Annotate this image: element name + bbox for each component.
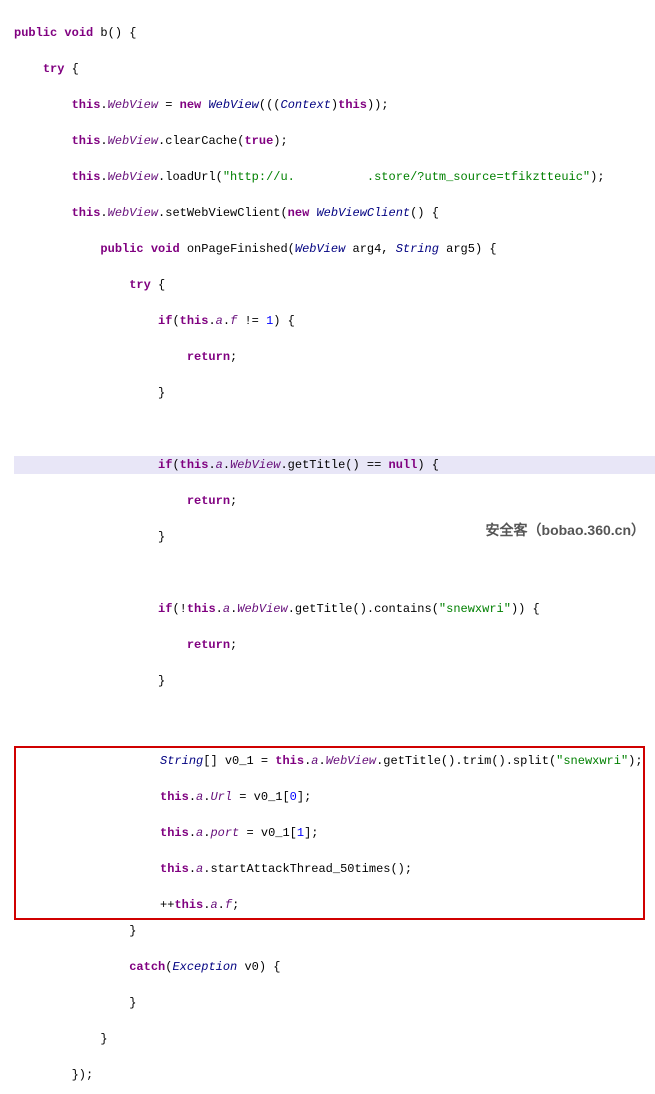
- keyword-return: return: [187, 638, 230, 652]
- field-webview: WebView: [108, 206, 158, 220]
- keyword-true: true: [244, 134, 273, 148]
- keyword-public: public: [14, 26, 57, 40]
- code-line: }: [14, 922, 655, 940]
- field-webview: WebView: [108, 134, 158, 148]
- field-a: a: [223, 602, 230, 616]
- code-line: catch(Exception v0) {: [14, 958, 655, 976]
- keyword-this: this: [180, 458, 209, 472]
- string-snewxwri: "snewxwri": [556, 754, 628, 768]
- field-a: a: [210, 898, 217, 912]
- field-a: a: [196, 862, 203, 876]
- code-line: try {: [14, 60, 655, 78]
- code-line: }: [14, 994, 655, 1012]
- keyword-catch: catch: [129, 960, 165, 974]
- keyword-this: this: [72, 170, 101, 184]
- number-zero: 0: [290, 790, 297, 804]
- code-line: return;: [14, 636, 655, 654]
- field-url: Url: [210, 790, 232, 804]
- field-webview: WebView: [108, 170, 158, 184]
- field-webview: WebView: [230, 458, 280, 472]
- keyword-if: if: [158, 314, 172, 328]
- type-context: Context: [281, 98, 331, 112]
- field-port: port: [210, 826, 239, 840]
- code-line: [14, 420, 655, 438]
- code-line: });: [14, 1066, 655, 1084]
- field-a: a: [311, 754, 318, 768]
- keyword-new: new: [180, 98, 202, 112]
- keyword-try: try: [43, 62, 65, 76]
- code-line: this.a.port = v0_1[1];: [16, 824, 643, 842]
- keyword-return: return: [187, 494, 230, 508]
- keyword-public: public: [100, 242, 143, 256]
- keyword-this: this: [275, 754, 304, 768]
- code-line: [14, 708, 655, 726]
- keyword-this: this: [72, 206, 101, 220]
- type-string: String: [396, 242, 439, 256]
- field-webview: WebView: [326, 754, 376, 768]
- field-webview: WebView: [237, 602, 287, 616]
- code-line: public void b() {: [14, 24, 655, 42]
- keyword-if: if: [158, 458, 172, 472]
- code-line: if(!this.a.WebView.getTitle().contains("…: [14, 600, 655, 618]
- type-exception: Exception: [172, 960, 237, 974]
- highlighted-line: if(this.a.WebView.getTitle() == null) {: [14, 456, 655, 474]
- code-line: this.a.startAttackThread_50times();: [16, 860, 643, 878]
- keyword-this: this: [338, 98, 367, 112]
- keyword-this: this: [174, 898, 203, 912]
- code-line: [14, 564, 655, 582]
- code-line: this.WebView = new WebView(((Context)thi…: [14, 96, 655, 114]
- keyword-this: this: [72, 98, 101, 112]
- code-line: return;: [14, 492, 655, 510]
- keyword-null: null: [389, 458, 418, 472]
- keyword-this: this: [160, 862, 189, 876]
- field-webview: WebView: [108, 98, 158, 112]
- code-line: return;: [14, 348, 655, 366]
- highlighted-box: String[] v0_1 = this.a.WebView.getTitle(…: [14, 746, 645, 920]
- code-line: this.WebView.setWebViewClient(new WebVie…: [14, 204, 655, 222]
- code-block: public void b() { try { this.WebView = n…: [0, 0, 655, 1094]
- watermark-text: 安全客（bobao.360.cn）: [486, 521, 645, 539]
- code-line: ++this.a.f;: [16, 896, 643, 914]
- code-line: String[] v0_1 = this.a.WebView.getTitle(…: [16, 752, 643, 770]
- type-webview: WebView: [295, 242, 345, 256]
- code-line: this.WebView.loadUrl("http://u. .store/?…: [14, 168, 655, 186]
- code-line: try {: [14, 276, 655, 294]
- field-a: a: [216, 458, 223, 472]
- keyword-if: if: [158, 602, 172, 616]
- field-a: a: [196, 826, 203, 840]
- string-snewxwri: "snewxwri": [439, 602, 511, 616]
- code-line: public void onPageFinished(WebView arg4,…: [14, 240, 655, 258]
- string-url: "http://u. .store/?utm_source=tfikztteui…: [223, 170, 590, 184]
- keyword-this: this: [180, 314, 209, 328]
- keyword-this: this: [160, 790, 189, 804]
- type-webview: WebView: [208, 98, 258, 112]
- keyword-try: try: [129, 278, 151, 292]
- keyword-return: return: [187, 350, 230, 364]
- keyword-this: this: [160, 826, 189, 840]
- field-f: f: [225, 898, 232, 912]
- type-string: String: [160, 754, 203, 768]
- keyword-new: new: [288, 206, 310, 220]
- field-a: a: [216, 314, 223, 328]
- code-line: }: [14, 384, 655, 402]
- keyword-void: void: [64, 26, 93, 40]
- code-line: this.a.Url = v0_1[0];: [16, 788, 643, 806]
- type-webviewclient: WebViewClient: [316, 206, 410, 220]
- code-line: }: [14, 672, 655, 690]
- keyword-this: this: [187, 602, 216, 616]
- code-line: }: [14, 1030, 655, 1048]
- number-one: 1: [297, 826, 304, 840]
- code-line: if(this.a.f != 1) {: [14, 312, 655, 330]
- code-line: this.WebView.clearCache(true);: [14, 132, 655, 150]
- keyword-this: this: [72, 134, 101, 148]
- keyword-void: void: [151, 242, 180, 256]
- field-a: a: [196, 790, 203, 804]
